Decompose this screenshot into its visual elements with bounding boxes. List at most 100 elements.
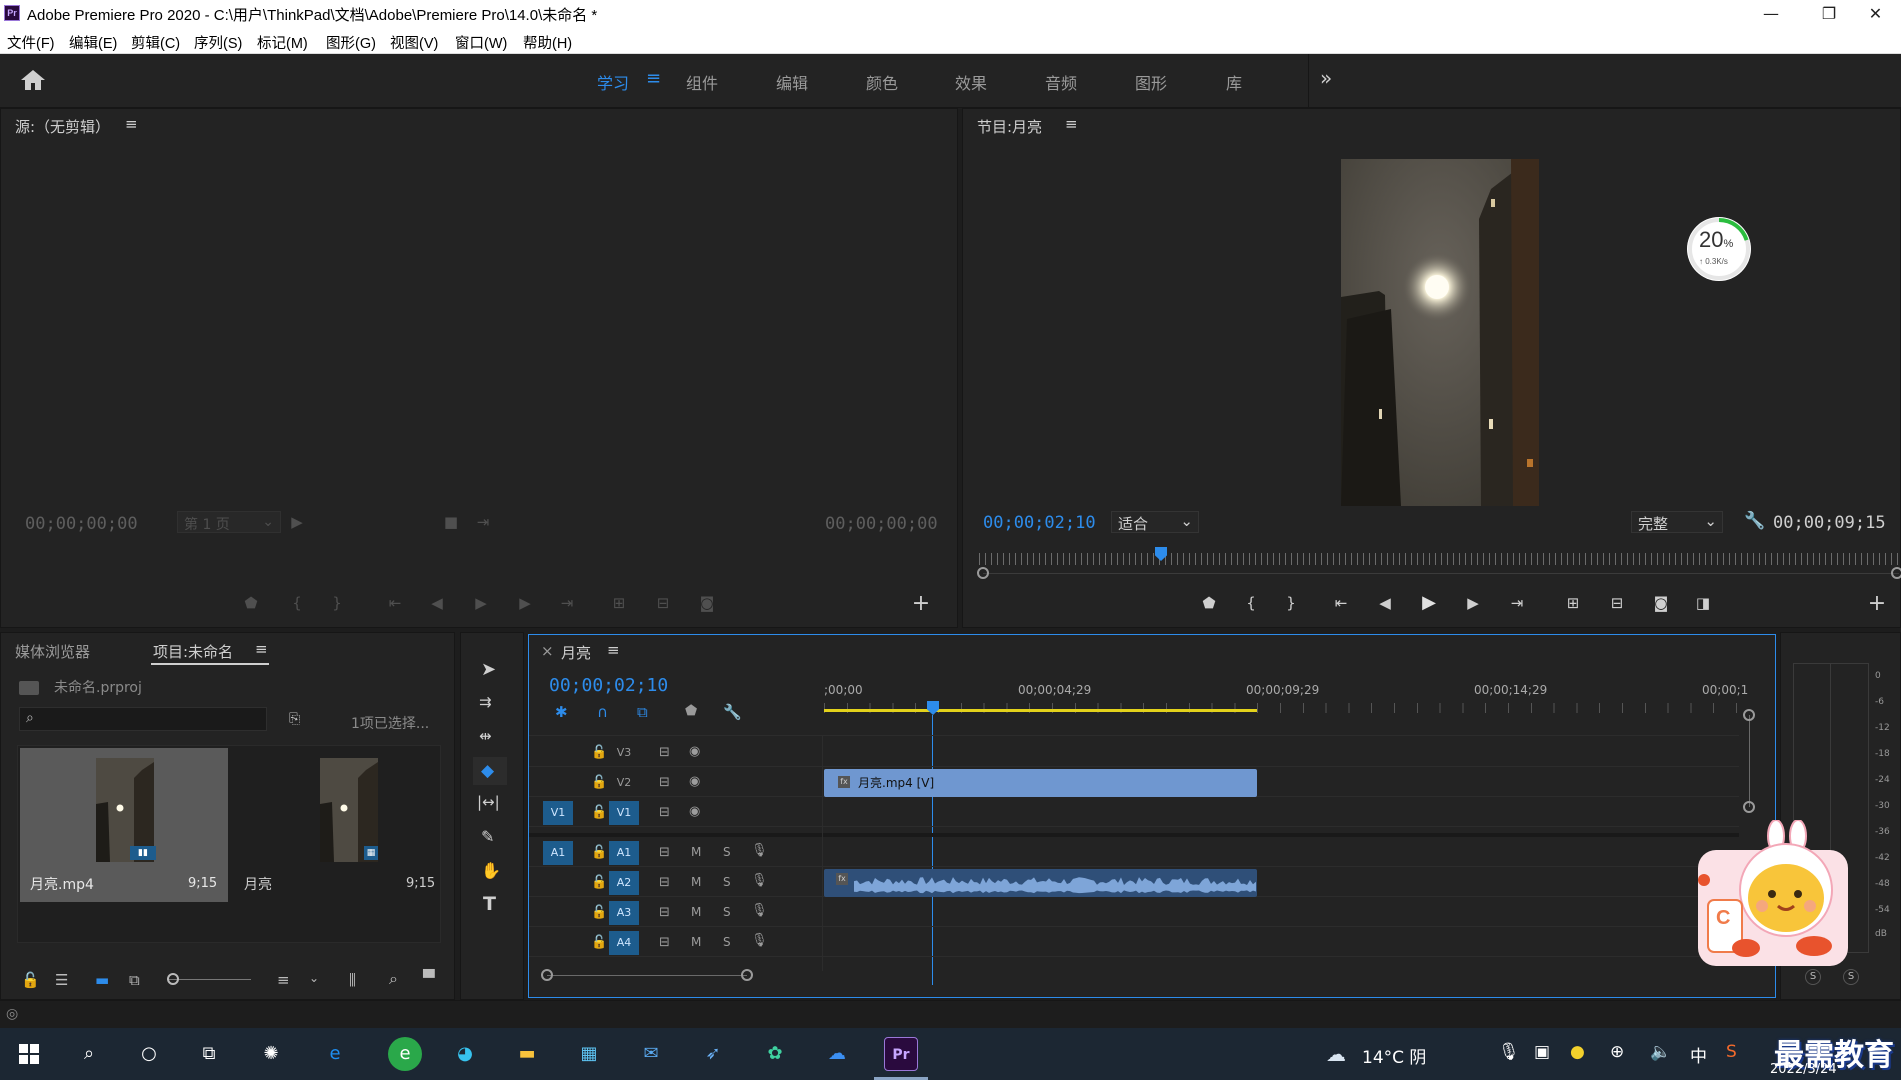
- track-label[interactable]: V3: [609, 741, 639, 765]
- store-icon[interactable]: ▦: [572, 1037, 606, 1071]
- program-add-button[interactable]: +: [1863, 591, 1891, 616]
- fit-select[interactable]: 适合 ⌄: [1111, 511, 1199, 533]
- project-search-field[interactable]: ⌕: [19, 707, 267, 731]
- new-bin-icon[interactable]: ▀: [423, 969, 435, 987]
- pinwheel-app-icon[interactable]: ✺: [254, 1037, 288, 1071]
- tray-app-icon[interactable]: ●: [1570, 1042, 1585, 1062]
- sogou-input-icon[interactable]: S: [1726, 1042, 1737, 1062]
- hand-tool-icon[interactable]: ✋: [481, 861, 501, 880]
- mute-button[interactable]: M: [691, 845, 701, 859]
- workspace-overflow-icon[interactable]: »: [1320, 66, 1332, 90]
- eye-icon[interactable]: ◉: [689, 774, 700, 789]
- menu-file[interactable]: 文件(F): [7, 32, 55, 53]
- sync-lock-icon[interactable]: ⊟: [659, 905, 670, 920]
- go-to-out-icon[interactable]: ⇥: [1503, 594, 1531, 612]
- network-icon[interactable]: ⊕: [1610, 1042, 1624, 1062]
- track-label[interactable]: A3: [609, 901, 639, 925]
- settings-wrench-icon[interactable]: 🔧: [1741, 511, 1769, 531]
- freeform-view-icon[interactable]: ⧉: [129, 971, 140, 989]
- sync-lock-icon[interactable]: ⊟: [659, 845, 670, 860]
- pen-tool-icon[interactable]: ✎: [481, 827, 494, 846]
- zoom-slider[interactable]: [167, 979, 251, 980]
- display-icon[interactable]: ▣: [1534, 1042, 1550, 1062]
- compare-view-icon[interactable]: ◨: [1689, 594, 1717, 612]
- play-icon[interactable]: ▶: [467, 594, 495, 612]
- add-marker-icon[interactable]: ⬟: [1195, 594, 1223, 612]
- project-item-sequence[interactable]: ▦ 月亮 9;15: [232, 748, 438, 902]
- timeline-ruler[interactable]: ;00;00 00;00;04;29 00;00;09;29 00;00;14;…: [824, 679, 1748, 739]
- workspace-tab-editing[interactable]: 编辑: [776, 70, 808, 94]
- page-next-icon[interactable]: ▶: [283, 513, 311, 531]
- menu-marker[interactable]: 标记(M): [257, 32, 308, 53]
- quality-select[interactable]: 完整 ⌄: [1631, 511, 1723, 533]
- microphone-icon[interactable]: 🎙: [751, 903, 768, 918]
- cloud-app-icon[interactable]: ☁: [820, 1037, 854, 1071]
- taskbar-date[interactable]: 2022/3/24: [1770, 1062, 1837, 1077]
- lift-icon[interactable]: ⊞: [1559, 594, 1587, 612]
- chevron-down-icon[interactable]: ⌄: [309, 971, 319, 985]
- video-track-scrollbar[interactable]: [1749, 715, 1750, 807]
- sync-lock-icon[interactable]: ⊟: [659, 745, 670, 760]
- mark-out-icon[interactable]: }: [1277, 594, 1305, 612]
- page-select[interactable]: 第 1 页 ⌄: [177, 511, 281, 533]
- volume-icon[interactable]: 🔈: [1650, 1042, 1671, 1062]
- home-icon[interactable]: [20, 68, 48, 94]
- source-patch-a1[interactable]: A1: [543, 841, 573, 865]
- project-menu-icon[interactable]: ≡: [255, 640, 268, 658]
- timeline-zoom-bar[interactable]: [547, 975, 747, 976]
- workspace-tab-effects[interactable]: 效果: [955, 70, 987, 94]
- workspace-tab-assembly[interactable]: 组件: [686, 70, 718, 94]
- scroll-handle[interactable]: [1743, 801, 1755, 813]
- step-back-icon[interactable]: ◀: [423, 594, 451, 612]
- workspace-tab-graphics[interactable]: 图形: [1135, 70, 1167, 94]
- snap-icon[interactable]: ∩: [597, 703, 608, 721]
- menu-view[interactable]: 视图(V): [390, 32, 438, 53]
- source-timecode[interactable]: 00;00;00;00: [25, 514, 138, 534]
- add-marker-icon[interactable]: ⬟: [237, 594, 265, 612]
- task-view-icon[interactable]: ⧉: [192, 1037, 226, 1071]
- go-to-in-icon[interactable]: ⇤: [381, 594, 409, 612]
- colorful-app-icon[interactable]: ✿: [758, 1037, 792, 1071]
- menu-graphics[interactable]: 图形(G): [326, 32, 376, 53]
- solo-button[interactable]: S: [723, 845, 731, 859]
- icon-view-icon[interactable]: ▬: [95, 971, 109, 989]
- microphone-icon[interactable]: 🎙: [751, 933, 768, 948]
- linked-selection-icon[interactable]: ⧉: [637, 703, 648, 721]
- solo-button[interactable]: S: [723, 875, 731, 889]
- lock-track-icon[interactable]: 🔓: [591, 875, 607, 890]
- lock-track-icon[interactable]: 🔓: [591, 805, 607, 820]
- microphone-icon[interactable]: 🎙: [751, 873, 768, 888]
- program-timecode[interactable]: 00;00;02;10: [983, 513, 1096, 533]
- workspace-tab-libraries[interactable]: 库: [1226, 70, 1242, 94]
- step-forward-icon[interactable]: ▶: [511, 594, 539, 612]
- menu-sequence[interactable]: 序列(S): [194, 32, 242, 53]
- step-forward-icon[interactable]: ▶: [1459, 594, 1487, 612]
- file-explorer-icon[interactable]: ▬: [510, 1037, 544, 1071]
- program-menu-icon[interactable]: ≡: [1065, 115, 1078, 133]
- lock-track-icon[interactable]: 🔓: [591, 745, 607, 760]
- mark-in-icon[interactable]: {: [283, 594, 311, 612]
- step-back-icon[interactable]: ◀: [1371, 594, 1399, 612]
- zoom-start-handle[interactable]: [541, 969, 553, 981]
- timeline-timecode[interactable]: 00;00;02;10: [549, 675, 668, 696]
- workspace-tab-audio[interactable]: 音频: [1045, 70, 1077, 94]
- eye-icon[interactable]: ◉: [689, 804, 700, 819]
- tab-project[interactable]: 项目:未命名: [153, 641, 233, 662]
- scroll-handle[interactable]: [1743, 709, 1755, 721]
- microphone-icon[interactable]: 🎙: [1498, 1042, 1520, 1062]
- go-to-in-icon[interactable]: ⇤: [1327, 594, 1355, 612]
- video-clip[interactable]: fx 月亮.mp4 [V]: [824, 769, 1257, 797]
- sync-lock-icon[interactable]: ⊟: [659, 775, 670, 790]
- timeline-settings-icon[interactable]: 🔧: [723, 703, 742, 721]
- program-monitor-title[interactable]: 节目:月亮: [977, 116, 1042, 137]
- menu-edit[interactable]: 编辑(E): [69, 32, 117, 53]
- ie-browser-icon[interactable]: e: [318, 1037, 352, 1071]
- program-scrub-track[interactable]: [983, 573, 1899, 574]
- mail-icon[interactable]: ✉: [634, 1037, 668, 1071]
- type-tool-icon[interactable]: T: [483, 893, 496, 915]
- sync-lock-icon[interactable]: ⊟: [659, 875, 670, 890]
- timeline-menu-icon[interactable]: ≡: [607, 641, 620, 659]
- zoom-end-handle[interactable]: [741, 969, 753, 981]
- sync-lock-icon[interactable]: ⊟: [659, 805, 670, 820]
- insert-edit-icon[interactable]: ⇥: [469, 513, 497, 531]
